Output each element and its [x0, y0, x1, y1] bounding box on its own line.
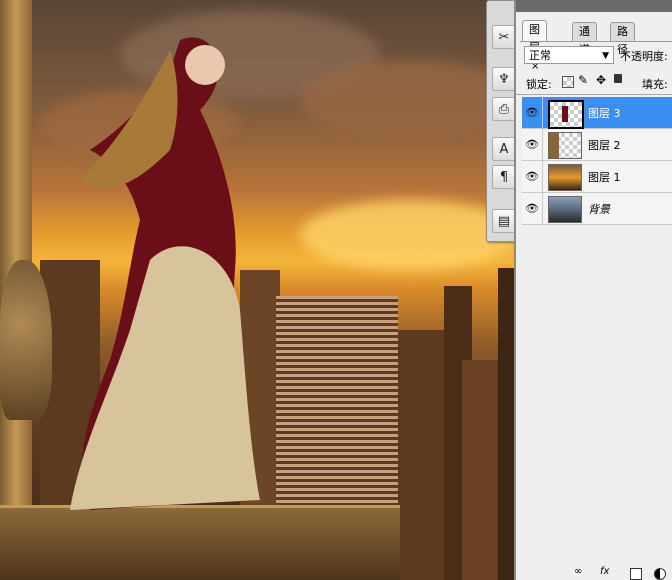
link-icon[interactable]: ∞ [574, 566, 582, 577]
tab-channels[interactable]: 通道 [572, 22, 597, 56]
text-icon[interactable]: A [492, 137, 516, 161]
lock-all-icon[interactable] [614, 74, 622, 83]
sun-glow [300, 200, 514, 270]
document-canvas[interactable] [0, 0, 514, 580]
eye-icon[interactable]: 👁 [522, 161, 543, 192]
layer-row[interactable]: 👁 图层 2 [522, 129, 672, 161]
mask-icon[interactable] [630, 568, 642, 580]
stamp-icon[interactable]: ⎙ [492, 97, 516, 121]
lock-position-icon[interactable]: ✥ [596, 73, 606, 87]
layer-thumbnail [548, 164, 582, 191]
layer-row[interactable]: 👁 背景 [522, 193, 672, 225]
layer-row[interactable]: 👁 图层 3 [522, 97, 672, 129]
layer-row[interactable]: 👁 图层 1 [522, 161, 672, 193]
lock-label: 锁定: [526, 78, 552, 91]
cloud [300, 60, 514, 140]
tab-underline [520, 41, 672, 42]
layer-name: 图层 2 [588, 139, 621, 152]
layer-thumbnail [548, 196, 582, 223]
paragraph-icon[interactable]: ¶ [492, 165, 516, 189]
layer-name: 图层 1 [588, 171, 621, 184]
adjustment-icon[interactable] [654, 568, 666, 580]
opacity-label: 不透明度: [620, 50, 668, 63]
chevron-down-icon: ▼ [602, 51, 609, 61]
fx-icon[interactable]: fx [600, 566, 609, 577]
lock-transparency-icon[interactable] [562, 76, 574, 88]
tab-paths[interactable]: 路径 [610, 22, 635, 56]
wrench-icon[interactable]: ✂ [492, 25, 516, 49]
notes-icon[interactable]: ▤ [492, 209, 516, 233]
layer-thumbnail [548, 100, 584, 129]
layers-panel: 图层 × 通道 路径 正常 ▼ 不透明度: 锁定: ✎ ✥ 填充: 👁 图层 3… [514, 0, 672, 580]
brush-icon[interactable]: ♆ [492, 67, 516, 91]
panel-footer: ∞ fx [516, 566, 672, 580]
woman-figure [70, 37, 260, 510]
eye-icon[interactable]: 👁 [522, 129, 543, 160]
layer-name: 背景 [588, 203, 610, 216]
fill-label: 填充: [642, 78, 668, 91]
panel-top-bar [516, 0, 672, 12]
blend-mode-select[interactable]: 正常 ▼ [524, 46, 614, 64]
lock-paint-icon[interactable]: ✎ [578, 73, 588, 87]
layers-list: 👁 图层 3 👁 图层 2 👁 图层 1 👁 背景 [516, 94, 672, 225]
layer-thumbnail [548, 132, 582, 159]
tab-layers[interactable]: 图层 × [522, 20, 547, 72]
building [498, 268, 514, 580]
layer-name: 图层 3 [588, 107, 621, 120]
eye-icon[interactable]: 👁 [522, 97, 543, 128]
eye-icon[interactable]: 👁 [522, 193, 543, 224]
